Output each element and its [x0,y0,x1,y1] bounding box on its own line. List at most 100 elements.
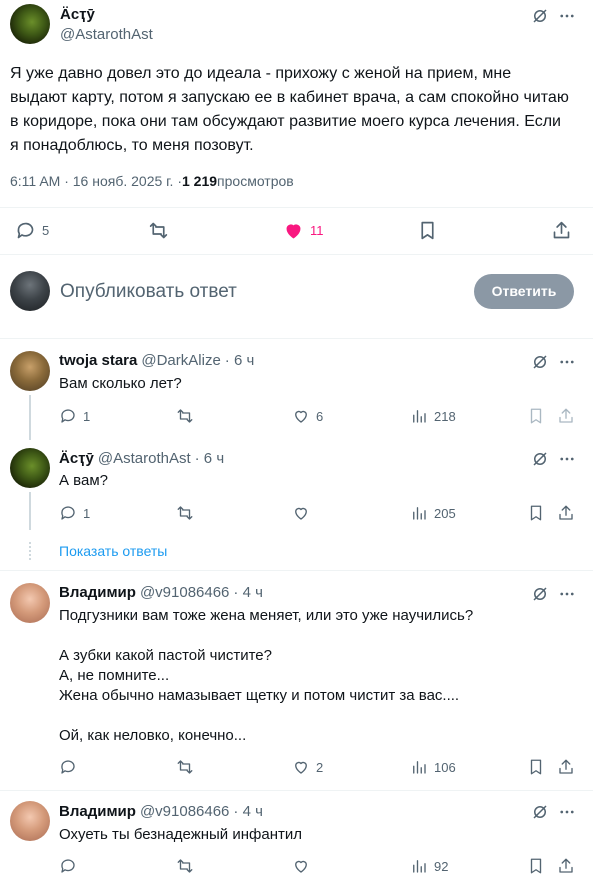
more-options-icon[interactable] [558,450,576,473]
grok-icon[interactable] [531,585,549,608]
show-replies-link[interactable]: Показать ответы [59,543,167,559]
author-handle[interactable]: @AstarothAst [60,26,153,43]
tweet-text: Я уже давно довел это до идеала - прихож… [10,65,569,154]
tweet-time[interactable]: 6:11 AM · 16 нояб. 2025 г. · [10,173,182,189]
more-options-icon[interactable] [558,353,576,376]
analytics-icon [413,761,426,774]
retweet-button[interactable] [176,758,194,776]
author-name[interactable]: twoja stara [59,352,137,369]
reply-button[interactable]: 1 [59,504,90,522]
avatar[interactable] [10,448,50,488]
analytics-icon [413,507,426,520]
views-button[interactable]: 205 [410,504,456,522]
reply-text: Вам сколько лет? [59,375,182,392]
share-button[interactable] [557,504,575,522]
reply-button[interactable]: 1 [59,407,90,425]
reply-input[interactable]: Опубликовать ответ [60,281,237,303]
author-name[interactable]: Ӓсҭӯ [59,450,94,467]
more-options-icon[interactable] [558,7,576,30]
more-options-icon[interactable] [558,585,576,608]
author-name[interactable]: Ӓсҭӯ [60,6,95,23]
like-button[interactable]: 11 [283,220,324,241]
views-button[interactable]: 92 [410,857,448,875]
reply-header: Ӓсҭӯ @AstarothAst · 6 ч [59,450,224,467]
views-button[interactable]: 218 [410,407,456,425]
share-button[interactable] [557,407,575,425]
author-handle[interactable]: @DarkAlize [141,352,220,369]
more-options-icon[interactable] [558,803,576,826]
reply-line: А, не помните... [59,667,170,684]
views-button[interactable]: 106 [410,758,456,776]
author-handle[interactable]: @AstarothAst [98,450,191,467]
bookmark-button[interactable] [527,504,545,522]
share-button[interactable] [557,758,575,776]
author-handle[interactable]: @v91086466 [140,584,229,601]
reply-time[interactable]: · 4 ч [233,584,263,601]
share-icon [559,408,573,423]
like-button[interactable] [292,857,310,875]
thread-line [29,492,31,530]
reply-button[interactable] [59,857,77,875]
avatar[interactable] [10,351,50,391]
share-button[interactable] [557,857,575,875]
heart-icon [295,761,307,774]
divider [0,570,593,571]
bookmark-button[interactable] [527,758,545,776]
author-name[interactable]: Владимир [59,803,136,820]
retweet-button[interactable] [176,407,194,425]
divider [0,338,593,339]
grok-icon[interactable] [531,803,549,826]
like-button[interactable] [292,504,310,522]
bookmark-icon [530,858,542,874]
share-icon [559,505,573,520]
reply-count: 5 [42,223,50,238]
grok-icon[interactable] [531,7,549,30]
author-name[interactable]: Владимир [59,584,136,601]
analytics-icon [413,410,426,423]
share-icon [559,858,573,873]
reply-text: Подгузники вам тоже жена меняет, или это… [59,606,579,746]
analytics-icon [413,860,426,873]
reply-time[interactable]: · 6 ч [195,450,225,467]
like-count: 2 [316,759,324,775]
retweet-icon [149,222,168,239]
share-icon [553,221,570,239]
like-button[interactable]: 2 [292,758,323,776]
reply-icon [61,859,75,873]
reply-text: А вам? [59,472,108,489]
retweet-icon [177,409,193,423]
retweet-button[interactable] [176,857,194,875]
avatar[interactable] [10,4,50,44]
user-avatar[interactable] [10,271,50,311]
reply-text: Охуеть ты безнадежный инфантил [59,826,302,843]
grok-icon[interactable] [531,353,549,376]
reply-line: Подгузники вам тоже жена меняет, или это… [59,607,474,624]
retweet-button[interactable] [176,504,194,522]
avatar[interactable] [10,583,50,623]
retweet-icon [177,859,193,873]
avatar[interactable] [10,801,50,841]
like-button[interactable]: 6 [292,407,323,425]
bookmark-icon [530,759,542,775]
bookmark-button[interactable] [527,857,545,875]
heart-icon [295,507,307,520]
retweet-button[interactable] [148,220,169,241]
reply-submit-button[interactable]: Ответить [474,274,574,309]
reply-button[interactable] [59,758,77,776]
share-button[interactable] [551,220,572,241]
heart-filled-icon [286,224,301,239]
retweet-icon [177,760,193,774]
reply-button[interactable]: 5 [15,220,49,241]
bookmark-button[interactable] [417,220,438,241]
reply-line [59,626,579,646]
reply-time[interactable]: · 6 ч [225,352,255,369]
grok-icon[interactable] [531,450,549,473]
bookmark-icon [421,221,434,240]
author-handle[interactable]: @v91086466 [140,803,229,820]
like-count: 6 [316,408,324,424]
reply-time[interactable]: · 4 ч [233,803,263,820]
views-count: 92 [434,858,449,874]
views-count: 106 [434,759,456,775]
retweet-icon [177,506,193,520]
bookmark-button[interactable] [527,407,545,425]
